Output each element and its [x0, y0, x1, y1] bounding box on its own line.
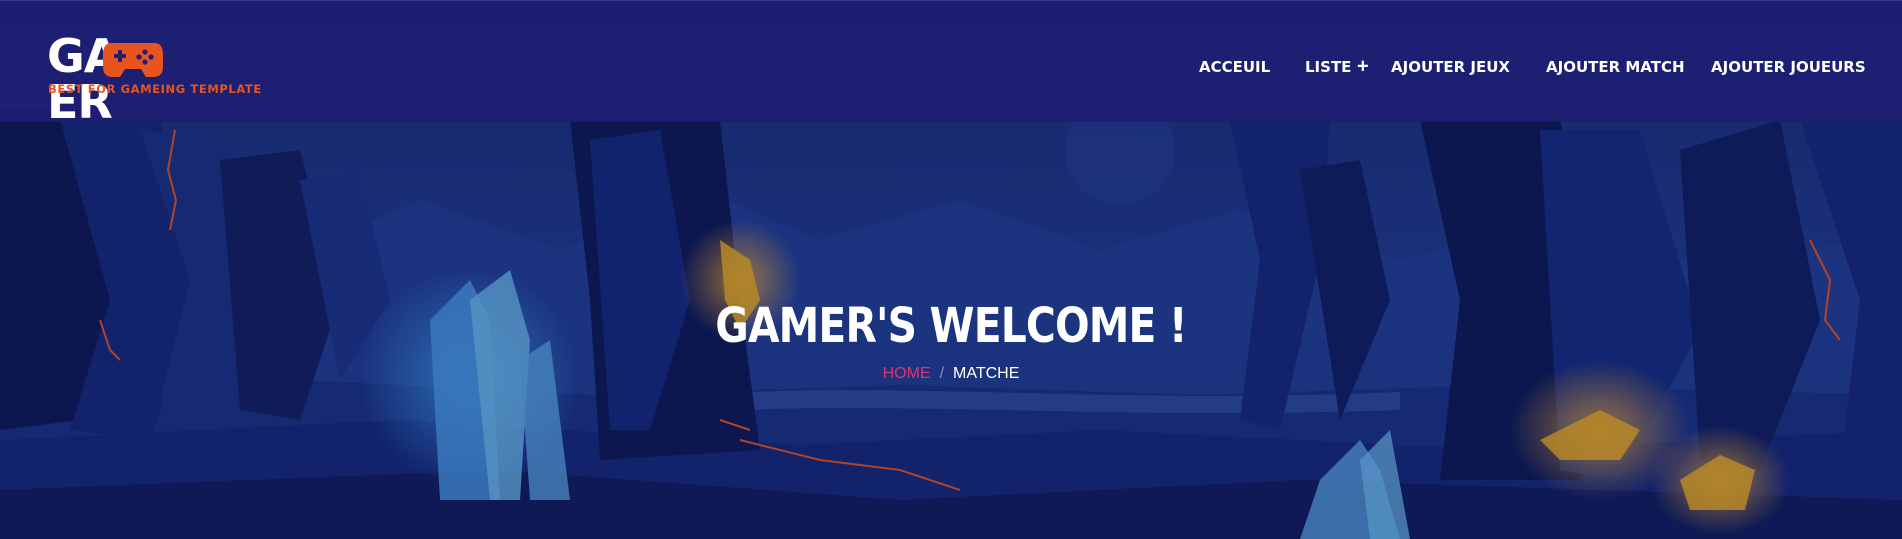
- breadcrumb-current: MATCHE: [953, 365, 1020, 382]
- nav-item-ajouter-jeux[interactable]: AJOUTER JEUX: [1391, 58, 1510, 76]
- plus-icon[interactable]: +: [1357, 56, 1369, 79]
- nav-item-ajouter-match[interactable]: AJOUTER MATCH: [1546, 58, 1685, 76]
- site-header: GAER BEST FOR GAMEING TEMPLATE ACCEUIL L…: [0, 0, 1902, 125]
- page-title: GAMER'S WELCOME !: [715, 298, 1187, 354]
- nav-item-acceuil[interactable]: ACCEUIL: [1199, 58, 1270, 76]
- breadcrumb-separator: /: [939, 365, 945, 382]
- nav-item-ajouter-joueurs[interactable]: AJOUTER JOUEURS: [1711, 58, 1866, 76]
- breadcrumb-home-link[interactable]: HOME: [883, 365, 931, 382]
- site-logo[interactable]: GAER BEST FOR GAMEING TEMPLATE: [47, 33, 261, 125]
- logo-tagline: BEST FOR GAMEING TEMPLATE: [48, 82, 262, 96]
- nav-item-liste[interactable]: LISTE: [1305, 58, 1351, 76]
- gamepad-icon: [103, 43, 163, 77]
- breadcrumb: HOME / MATCHE: [0, 365, 1902, 383]
